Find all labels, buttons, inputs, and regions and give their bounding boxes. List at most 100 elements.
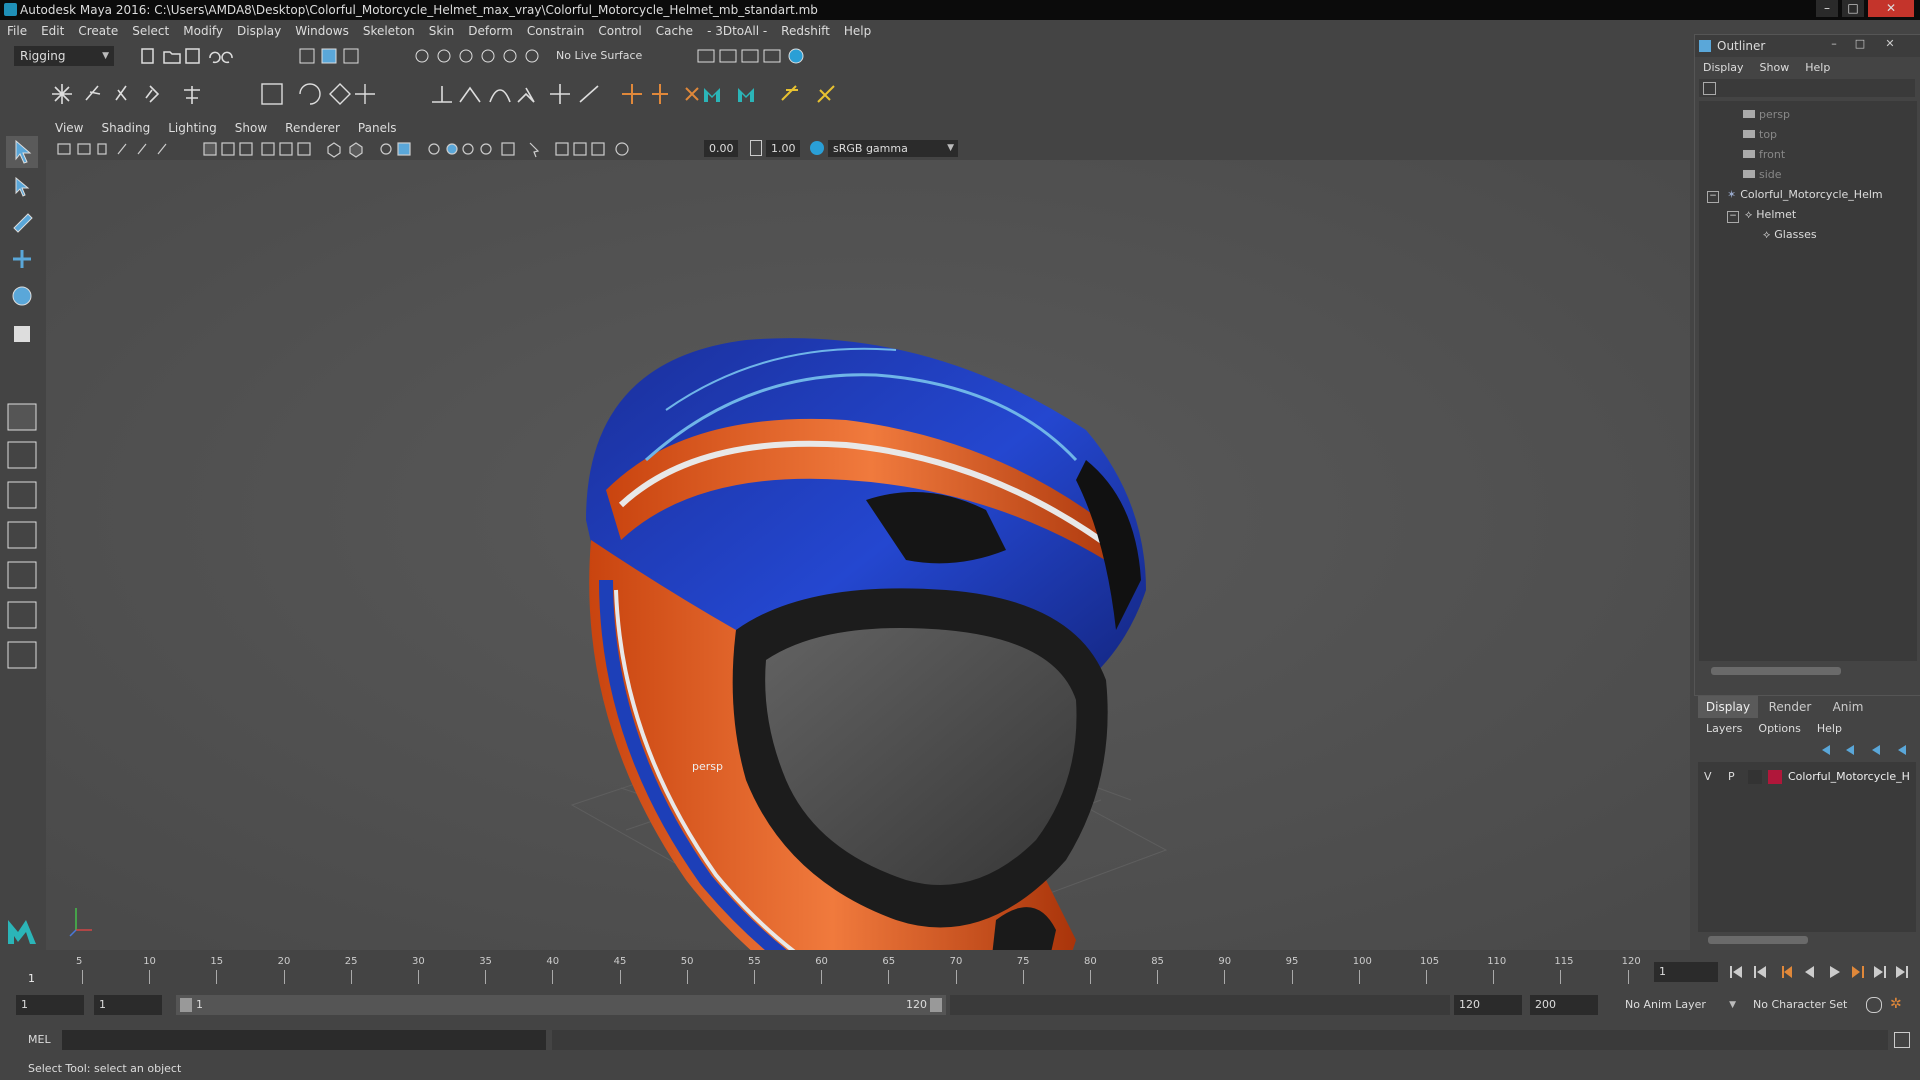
menu-3dtoall[interactable]: - 3DtoAll - (700, 24, 774, 38)
time-tick-label: 50 (680, 956, 694, 967)
group-icon: ✶ (1727, 188, 1737, 201)
tree-item-front[interactable]: front (1743, 147, 1785, 163)
menu-skin[interactable]: Skin (422, 24, 462, 38)
viewport-persp[interactable]: persp (46, 160, 1690, 950)
script-editor-icon[interactable] (1894, 1032, 1910, 1048)
menu-cache[interactable]: Cache (649, 24, 700, 38)
layer-row[interactable]: V P Colorful_Motorcycle_H (1698, 768, 1916, 786)
vp-menu-shading[interactable]: Shading (92, 121, 159, 135)
outliner-menu-help[interactable]: Help (1797, 59, 1838, 77)
layer-visibility-toggle[interactable]: V (1704, 770, 1712, 783)
vp-menu-renderer[interactable]: Renderer (276, 121, 349, 135)
current-frame-field[interactable]: 1 (1654, 962, 1718, 982)
character-set-dropdown[interactable]: No Character Set (1748, 995, 1864, 1015)
maya-app-icon (4, 3, 17, 16)
anim-layer-dropdown[interactable]: No Anim Layer ▼ (1620, 995, 1740, 1015)
snap-tools-icons[interactable] (412, 46, 542, 66)
panel-toolbar-icons[interactable] (56, 140, 706, 158)
menu-skeleton[interactable]: Skeleton (356, 24, 422, 38)
tree-item-label: Colorful_Motorcycle_Helm (1740, 188, 1883, 201)
menu-windows[interactable]: Windows (288, 24, 356, 38)
vp-menu-view[interactable]: View (46, 121, 92, 135)
menu-file[interactable]: File (0, 24, 34, 38)
menu-edit[interactable]: Edit (34, 24, 71, 38)
collapse-icon[interactable]: − (1727, 211, 1739, 223)
outliner-horizontal-scrollbar[interactable] (1711, 667, 1841, 675)
layer-color-swatch[interactable] (1768, 770, 1782, 784)
outliner-menu-display[interactable]: Display (1695, 59, 1752, 77)
rigging-shelf-icons[interactable] (40, 80, 940, 108)
layer-horizontal-scrollbar[interactable] (1708, 936, 1808, 944)
tree-item-top[interactable]: top (1743, 127, 1777, 143)
layer-action-icons[interactable] (1818, 742, 1914, 758)
menu-modify[interactable]: Modify (176, 24, 230, 38)
tab-anim[interactable]: Anim (1822, 696, 1874, 718)
anim-start-field[interactable]: 1 (94, 995, 162, 1015)
outliner-menu-show[interactable]: Show (1752, 59, 1798, 77)
time-tick-label: 40 (546, 956, 560, 967)
range-start-handle[interactable] (180, 998, 192, 1012)
playback-controls[interactable] (1726, 962, 1916, 982)
outliner-minimize-icon[interactable]: – (1823, 37, 1845, 53)
time-tick-label: 115 (1554, 956, 1574, 967)
help-line: Select Tool: select an object (0, 1058, 1920, 1080)
menu-constrain[interactable]: Constrain (520, 24, 592, 38)
minimize-icon[interactable]: – (1816, 0, 1838, 17)
tab-display[interactable]: Display (1698, 696, 1758, 718)
outliner-close-icon[interactable]: ✕ (1879, 37, 1901, 53)
menu-create[interactable]: Create (71, 24, 125, 38)
tree-item-side[interactable]: side (1743, 167, 1782, 183)
layer-name: Colorful_Motorcycle_H (1788, 770, 1910, 783)
layer-menu-help[interactable]: Help (1809, 720, 1850, 738)
menu-set-dropdown[interactable]: Rigging ▼ (14, 46, 114, 66)
menu-select[interactable]: Select (125, 24, 176, 38)
render-tools-icons[interactable] (696, 46, 816, 66)
time-tick (686, 970, 688, 984)
color-space-dropdown[interactable]: sRGB gamma ▼ (828, 140, 958, 157)
command-language-label[interactable]: MEL (28, 1033, 51, 1046)
outliner-filter[interactable] (1699, 79, 1915, 97)
menu-redshift[interactable]: Redshift (774, 24, 837, 38)
vp-menu-panels[interactable]: Panels (349, 121, 406, 135)
auto-key-icon[interactable]: ✲ (1890, 997, 1904, 1011)
tree-item-colorful-motorcycle-helm[interactable]: − ✶ Colorful_Motorcycle_Helm (1707, 187, 1883, 203)
vp-menu-show[interactable]: Show (226, 121, 276, 135)
file-tools-icons[interactable] (140, 46, 240, 66)
menu-display[interactable]: Display (230, 24, 288, 38)
outliner-maximize-icon[interactable]: □ (1849, 37, 1871, 53)
tool-icons[interactable] (6, 136, 38, 376)
collapse-icon[interactable]: − (1707, 191, 1719, 203)
layer-reference-toggle[interactable] (1748, 770, 1762, 784)
tree-item-persp[interactable]: persp (1743, 107, 1790, 123)
anim-end-field[interactable]: 200 (1530, 995, 1598, 1015)
end-frame-field[interactable]: 120 (1454, 995, 1522, 1015)
layer-menu-layers[interactable]: Layers (1698, 720, 1750, 738)
exposure-field[interactable]: 0.00 (704, 140, 738, 157)
time-tick (619, 970, 621, 984)
gamma-field[interactable]: 1.00 (766, 140, 800, 157)
tab-render[interactable]: Render (1762, 696, 1818, 718)
layer-menu-options[interactable]: Options (1750, 720, 1808, 738)
live-surface-label[interactable]: No Live Surface (556, 47, 642, 65)
color-management-icon[interactable] (810, 141, 824, 155)
command-input[interactable] (62, 1030, 546, 1050)
start-frame-field[interactable]: 1 (16, 995, 84, 1015)
range-bar[interactable]: 1 120 (176, 995, 946, 1015)
range-end-handle[interactable] (930, 998, 942, 1012)
menu-help[interactable]: Help (837, 24, 878, 38)
maximize-icon[interactable]: □ (1842, 0, 1864, 17)
time-slider[interactable]: 5 10 15 20 25 30 35 40 45 50 55 60 65 70 75 80 85 90 95 100… (0, 954, 1920, 990)
layout-icons[interactable] (4, 398, 40, 768)
tree-item-glasses[interactable]: ⟡ Glasses (1763, 227, 1817, 243)
menu-deform[interactable]: Deform (461, 24, 520, 38)
key-icon[interactable] (1866, 997, 1882, 1013)
menu-control[interactable]: Control (591, 24, 648, 38)
time-tick-label: 5 (76, 956, 83, 967)
close-icon[interactable]: ✕ (1868, 0, 1914, 17)
command-result (552, 1030, 1888, 1050)
vp-menu-lighting[interactable]: Lighting (159, 121, 226, 135)
outliner-vertical-scrollbar[interactable] (1905, 101, 1917, 661)
tree-item-helmet[interactable]: − ⟡ Helmet (1727, 207, 1796, 223)
selection-mask-icons[interactable] (298, 46, 378, 66)
layer-playback-toggle[interactable]: P (1728, 770, 1735, 783)
